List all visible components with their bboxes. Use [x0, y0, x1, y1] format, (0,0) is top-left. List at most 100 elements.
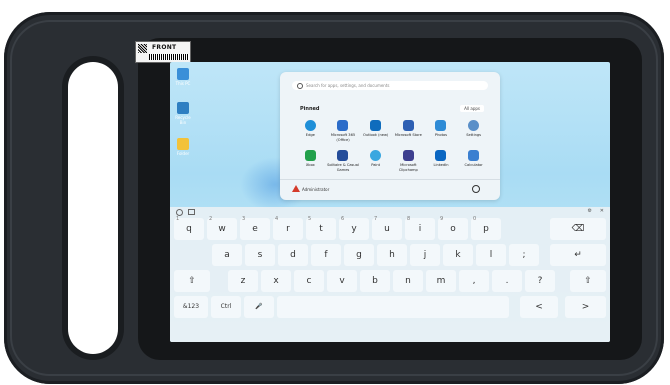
touch-keyboard: ⚙ ✕ 1q 2w 3e 4r 5t 6y 7u 8i 9o 0p ⌫ a s …	[170, 207, 610, 342]
app-tile-paint[interactable]: Paint	[359, 150, 392, 172]
key-g[interactable]: g	[344, 244, 374, 266]
chevron-right-icon: >	[581, 302, 590, 312]
key-period[interactable]: .	[492, 270, 522, 292]
key-k[interactable]: k	[443, 244, 473, 266]
app-label: Outlook (new)	[362, 133, 389, 137]
app-tile-calculator[interactable]: Calculator	[457, 150, 490, 172]
key-w[interactable]: 2w	[207, 216, 237, 240]
app-label: Microsoft Store	[394, 133, 422, 137]
app-label: Edge	[305, 133, 315, 137]
app-tile-outlook[interactable]: Outlook (new)	[359, 120, 392, 142]
key-x[interactable]: x	[261, 270, 291, 292]
key-y[interactable]: 6y	[339, 216, 369, 240]
pinned-heading: Pinned	[300, 106, 320, 112]
folder-icon	[177, 138, 189, 150]
key-j[interactable]: j	[410, 244, 440, 266]
mic-icon: 🎤	[255, 303, 263, 310]
user-warning-icon	[292, 185, 300, 192]
app-tile-m365[interactable]: Microsoft 365 (Office)	[327, 120, 360, 142]
tablet-handle	[68, 62, 118, 354]
app-tile-linkedin[interactable]: LinkedIn	[425, 150, 458, 172]
app-tile-edge[interactable]: Edge	[294, 120, 327, 142]
key-e[interactable]: 3e	[240, 216, 270, 240]
user-name[interactable]: Administrator	[302, 187, 329, 192]
search-icon	[292, 81, 303, 90]
right-arrow-key[interactable]: >	[565, 296, 606, 318]
app-label: Calculator	[464, 163, 483, 167]
key-semicolon[interactable]: ;	[509, 244, 539, 266]
outlook-icon	[370, 120, 382, 131]
key-t[interactable]: 5t	[306, 216, 336, 240]
shift-icon: ⇧	[188, 276, 196, 286]
app-tile-clipchamp[interactable]: Microsoft Clipchamp	[392, 150, 425, 172]
key-question[interactable]: ?	[525, 270, 555, 292]
app-label: Settings	[466, 133, 482, 137]
key-n[interactable]: n	[393, 270, 423, 292]
all-apps-button[interactable]: All apps	[460, 105, 484, 112]
app-tile-settings[interactable]: Settings	[457, 120, 490, 142]
pinned-apps-grid: Edge Microsoft 365 (Office) Outlook (new…	[294, 120, 490, 172]
shift-key-left[interactable]: ⇧	[174, 270, 210, 292]
desktop-icon-folder[interactable]: Folder	[172, 138, 194, 156]
desktop-icon-recycle-bin[interactable]: Recycle Bin	[172, 102, 194, 125]
mic-key[interactable]: 🎤	[244, 296, 274, 318]
shift-icon: ⇧	[584, 276, 592, 286]
key-comma[interactable]: ,	[459, 270, 489, 292]
key-u[interactable]: 7u	[372, 216, 402, 240]
space-key[interactable]	[277, 296, 509, 318]
key-f[interactable]: f	[311, 244, 341, 266]
backspace-key[interactable]: ⌫	[550, 218, 606, 240]
edge-icon	[304, 120, 316, 131]
app-label: Microsoft 365 (Office)	[330, 133, 356, 142]
clipboard-icon[interactable]	[188, 209, 195, 215]
app-tile-store[interactable]: Microsoft Store	[392, 120, 425, 142]
app-label: Microsoft Clipchamp	[398, 163, 418, 172]
key-c[interactable]: c	[294, 270, 324, 292]
key-p[interactable]: 0p	[471, 216, 501, 240]
app-label: Solitaire & Casual Games	[327, 163, 359, 172]
m365-icon	[337, 120, 349, 131]
shift-key-right[interactable]: ⇧	[570, 270, 606, 292]
enter-key[interactable]: ↵	[550, 244, 606, 266]
left-arrow-key[interactable]: <	[520, 296, 558, 318]
key-v[interactable]: v	[327, 270, 357, 292]
symbols-key[interactable]: &123	[174, 296, 208, 318]
app-tile-solitaire[interactable]: Solitaire & Casual Games	[327, 150, 360, 172]
app-label: Xbox	[305, 163, 315, 167]
keyboard-settings-icon[interactable]: ⚙	[588, 208, 592, 214]
calculator-icon	[468, 150, 480, 161]
key-i[interactable]: 8i	[405, 216, 435, 240]
key-r[interactable]: 4r	[273, 216, 303, 240]
clipchamp-icon	[402, 150, 414, 161]
key-d[interactable]: d	[278, 244, 308, 266]
key-m[interactable]: m	[426, 270, 456, 292]
key-h[interactable]: h	[377, 244, 407, 266]
app-tile-xbox[interactable]: Xbox	[294, 150, 327, 172]
key-b[interactable]: b	[360, 270, 390, 292]
key-s[interactable]: s	[245, 244, 275, 266]
desktop-icon-this-pc[interactable]: This PC	[172, 68, 194, 86]
start-menu: Search for apps, settings, and documents…	[280, 72, 500, 200]
linkedin-icon	[435, 150, 447, 161]
key-z[interactable]: z	[228, 270, 258, 292]
app-label: LinkedIn	[433, 163, 449, 167]
app-label: Paint	[371, 163, 381, 167]
screen: This PC Recycle Bin Folder Search for ap…	[170, 62, 610, 342]
search-input[interactable]: Search for apps, settings, and documents	[292, 81, 488, 90]
key-o[interactable]: 9o	[438, 216, 468, 240]
barcode-icon	[149, 54, 189, 60]
store-icon	[402, 120, 414, 131]
keyboard-toolbar: ⚙ ✕	[170, 207, 610, 217]
keyboard-close-icon[interactable]: ✕	[600, 208, 604, 214]
backspace-icon: ⌫	[571, 224, 585, 234]
key-a[interactable]: a	[212, 244, 242, 266]
gear-icon	[468, 120, 480, 131]
start-footer: Administrator	[280, 179, 500, 200]
ctrl-key[interactable]: Ctrl	[211, 296, 241, 318]
app-tile-photos[interactable]: Photos	[425, 120, 458, 142]
key-l[interactable]: l	[476, 244, 506, 266]
desktop-icon-label: Recycle Bin	[175, 115, 191, 125]
power-icon[interactable]	[472, 185, 480, 193]
sticker-label: FRONT	[152, 44, 177, 51]
key-q[interactable]: 1q	[174, 216, 204, 240]
